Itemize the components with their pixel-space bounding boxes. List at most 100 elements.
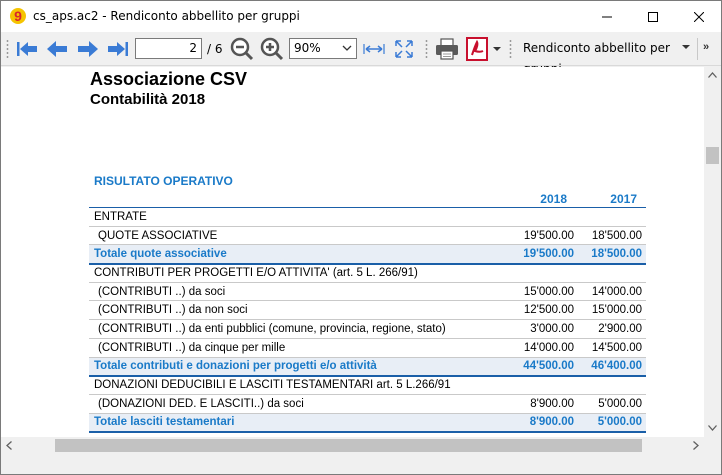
zoom-value: 90% <box>294 41 321 55</box>
scroll-right-icon[interactable] <box>693 441 699 450</box>
value-2018: 19'500.00 <box>510 244 578 265</box>
value-2017: 15'000.00 <box>578 300 646 321</box>
value-2018: 8'900.00 <box>510 394 578 414</box>
status-bar <box>1 454 721 474</box>
value-2018: 14'000.00 <box>510 338 578 358</box>
zoom-select[interactable]: 90% <box>289 38 357 59</box>
value-2017: 46'400.00 <box>578 357 646 377</box>
maximize-icon <box>648 11 658 22</box>
export-pdf-button[interactable] <box>464 36 490 62</box>
value-2018 <box>510 375 578 395</box>
zoom-out-icon <box>230 37 254 61</box>
next-page-button[interactable] <box>74 36 102 62</box>
page-total-label: / 6 <box>207 42 223 56</box>
row-label: (CONTRIBUTI ..) da cinque per mille <box>89 338 510 358</box>
previous-page-button[interactable] <box>43 36 71 62</box>
export-menu-button[interactable] <box>491 36 503 62</box>
value-2018: 44'500.00 <box>510 357 578 377</box>
last-page-button[interactable] <box>104 36 132 62</box>
table-row: DONAZIONI DEDUCIBILI E LASCITI TESTAMENT… <box>89 375 646 395</box>
zoom-in-icon <box>260 37 284 61</box>
value-2017: 5'000.00 <box>578 413 646 433</box>
scrollbar-corner <box>704 437 721 454</box>
value-2018 <box>510 207 578 227</box>
value-2017 <box>578 375 646 395</box>
caret-down-icon <box>493 47 501 51</box>
scroll-left-icon[interactable] <box>6 441 12 450</box>
vertical-scroll-thumb[interactable] <box>706 147 719 164</box>
table-row: QUOTE ASSOCIATIVE 19'500.00 18'500.00 <box>89 226 646 246</box>
report-selector[interactable]: Rendiconto abbellito per gruppi <box>515 38 695 76</box>
arrow-right-icon <box>78 41 98 57</box>
value-2017: 18'500.00 <box>578 226 646 246</box>
report-subtitle: Contabilità 2018 <box>90 91 206 108</box>
row-label: QUOTE ASSOCIATIVE <box>89 226 510 246</box>
table-row: (CONTRIBUTI ..) da non soci 12'500.00 15'0… <box>89 300 646 321</box>
row-label: DONAZIONI DEDUCIBILI E LASCITI TESTAMENT… <box>89 375 510 395</box>
printer-icon <box>436 38 458 60</box>
value-2017: 18'500.00 <box>578 244 646 265</box>
zoom-out-button[interactable] <box>229 36 255 62</box>
table-row: (CONTRIBUTI ..) da enti pubblici (comune… <box>89 319 646 339</box>
zoom-in-button[interactable] <box>259 36 285 62</box>
value-2018: 3'000.00 <box>510 319 578 339</box>
total-row: Totale lasciti testamentari 8'900.00 5'000… <box>89 413 646 433</box>
fit-width-button[interactable] <box>362 36 386 62</box>
document-viewport[interactable]: Associazione CSV Contabilità 2018 RISULT… <box>1 67 704 437</box>
value-2017: 14'500.00 <box>578 338 646 358</box>
toolbar-grip[interactable] <box>425 39 428 59</box>
page-number-input[interactable]: 2 <box>135 38 202 59</box>
window-title: cs_aps.ac2 - Rendiconto abbellito per gr… <box>33 9 300 23</box>
row-label: ENTRATE <box>89 207 510 227</box>
horizontal-scrollbar[interactable] <box>1 437 704 454</box>
fit-width-icon <box>363 44 385 54</box>
row-label: (CONTRIBUTI ..) da enti pubblici (comune… <box>89 319 510 339</box>
value-2018 <box>510 263 578 283</box>
close-button[interactable] <box>676 1 721 32</box>
vertical-scrollbar[interactable] <box>704 67 721 437</box>
section-title: RISULTATO OPERATIVO <box>94 174 233 188</box>
toolbar-overflow-button[interactable]: » <box>703 41 709 53</box>
caret-down-icon <box>682 45 690 49</box>
arrow-left-icon <box>47 41 67 57</box>
row-label: (CONTRIBUTI ..) da soci <box>89 282 510 302</box>
table-row: (CONTRIBUTI ..) da cinque per mille 14'00… <box>89 338 646 358</box>
first-page-button[interactable] <box>13 36 41 62</box>
svg-text:9: 9 <box>14 8 22 24</box>
print-button[interactable] <box>433 36 461 62</box>
toolbar: 2 / 6 90% Rendiconto abbellito per » <box>1 32 721 76</box>
table-row: (DONAZIONI DED. E LASCITI..) da soci 8'90… <box>89 394 646 414</box>
toolbar-grip[interactable] <box>509 39 512 59</box>
value-2018: 8'900.00 <box>510 413 578 433</box>
row-label: Totale contributi e donazioni per proget… <box>89 357 510 377</box>
column-header-2018: 2018 <box>540 192 567 206</box>
row-label: Totale quote associative <box>89 244 510 265</box>
pdf-icon <box>466 37 488 61</box>
horizontal-scroll-thumb[interactable] <box>55 439 642 452</box>
app-window: 9 cs_aps.ac2 - Rendiconto abbellito per … <box>0 0 722 475</box>
chevron-down-icon <box>342 45 352 51</box>
row-label: Totale lasciti testamentari <box>89 413 510 433</box>
fit-page-icon <box>395 40 413 58</box>
first-page-icon <box>17 42 37 56</box>
column-header-2017: 2017 <box>610 192 637 206</box>
toolbar-grip[interactable] <box>6 39 9 59</box>
table-row: (CONTRIBUTI ..) da soci 15'000.00 14'000.0… <box>89 282 646 302</box>
value-2017 <box>578 263 646 283</box>
total-row: Totale quote associative 19'500.00 18'500.… <box>89 244 646 265</box>
toolbar-separator <box>697 38 698 60</box>
value-2017: 5'000.00 <box>578 394 646 414</box>
scroll-up-icon[interactable] <box>708 72 717 78</box>
maximize-button[interactable] <box>630 1 676 32</box>
value-2017: 14'000.00 <box>578 282 646 302</box>
value-2018: 19'500.00 <box>510 226 578 246</box>
row-label: (DONAZIONI DED. E LASCITI..) da soci <box>89 394 510 414</box>
title-bar[interactable]: 9 cs_aps.ac2 - Rendiconto abbellito per … <box>1 1 721 32</box>
table-row: ENTRATE <box>89 207 646 227</box>
scroll-down-icon[interactable] <box>708 425 717 431</box>
close-icon <box>694 11 704 22</box>
table-row: CONTRIBUTI PER PROGETTI E/O ATTIVITA' (a… <box>89 263 646 283</box>
organization-title: Associazione CSV <box>90 69 248 89</box>
fit-page-button[interactable] <box>392 36 416 62</box>
minimize-button[interactable] <box>584 1 630 32</box>
